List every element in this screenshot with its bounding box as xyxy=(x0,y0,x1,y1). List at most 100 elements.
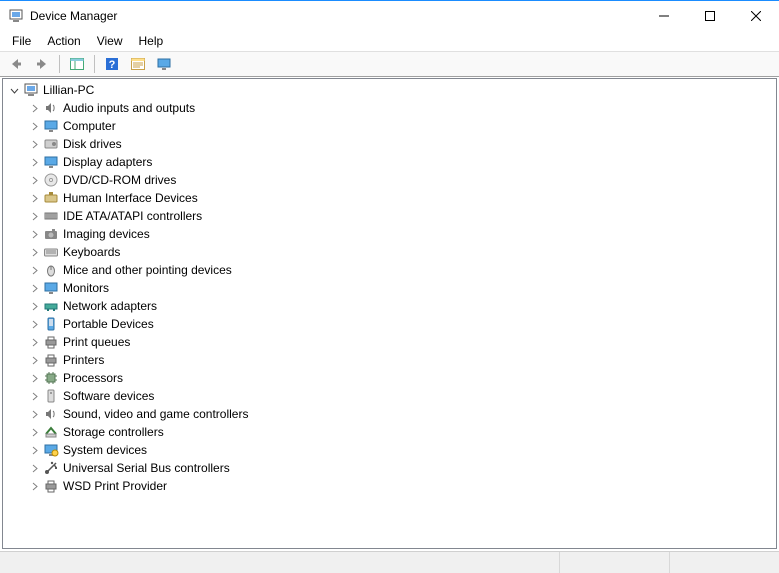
chevron-right-icon[interactable] xyxy=(27,338,41,347)
menu-view[interactable]: View xyxy=(89,33,131,49)
tree-item[interactable]: Storage controllers xyxy=(3,423,776,441)
tree-item-label: Monitors xyxy=(63,281,109,295)
chevron-right-icon[interactable] xyxy=(27,482,41,491)
keyboard-icon xyxy=(43,244,59,260)
chevron-right-icon[interactable] xyxy=(27,158,41,167)
chevron-down-icon[interactable] xyxy=(7,86,21,95)
tree-item[interactable]: Disk drives xyxy=(3,135,776,153)
chevron-right-icon[interactable] xyxy=(27,320,41,329)
chevron-right-icon[interactable] xyxy=(27,410,41,419)
device-tree[interactable]: Lillian-PCAudio inputs and outputs Comput… xyxy=(2,78,777,549)
toolbar-back-button[interactable] xyxy=(4,53,28,75)
chevron-right-icon[interactable] xyxy=(27,122,41,131)
mouse-icon xyxy=(43,262,59,278)
chevron-right-icon[interactable] xyxy=(27,248,41,257)
tree-item[interactable]: Display adapters xyxy=(3,153,776,171)
tree-item-label: Print queues xyxy=(63,335,130,349)
tree-item[interactable]: IDE ATA/ATAPI controllers xyxy=(3,207,776,225)
tree-item[interactable]: Audio inputs and outputs xyxy=(3,99,776,117)
monitor-icon xyxy=(43,118,59,134)
camera-icon xyxy=(43,226,59,242)
chevron-right-icon[interactable] xyxy=(27,464,41,473)
menu-action[interactable]: Action xyxy=(39,33,88,49)
tree-item-label: Human Interface Devices xyxy=(63,191,198,205)
chevron-right-icon[interactable] xyxy=(27,446,41,455)
tree-item[interactable]: Portable Devices xyxy=(3,315,776,333)
tree-item[interactable]: Human Interface Devices xyxy=(3,189,776,207)
cd-icon xyxy=(43,172,59,188)
monitor-icon xyxy=(43,280,59,296)
toolbar-separator xyxy=(94,55,95,73)
portable-icon xyxy=(43,316,59,332)
tree-item[interactable]: Sound, video and game controllers xyxy=(3,405,776,423)
minimize-button[interactable] xyxy=(641,1,687,31)
menu-file[interactable]: File xyxy=(4,33,39,49)
toolbar-show-hide-tree-button[interactable] xyxy=(65,53,89,75)
tree-item-label: Imaging devices xyxy=(63,227,150,241)
tree-item[interactable]: Printers xyxy=(3,351,776,369)
tree-item[interactable]: Print queues xyxy=(3,333,776,351)
tree-item-label: Computer xyxy=(63,119,116,133)
tree-item[interactable]: Computer xyxy=(3,117,776,135)
computer-icon xyxy=(23,82,39,98)
printer-icon xyxy=(43,334,59,350)
chevron-right-icon[interactable] xyxy=(27,104,41,113)
chevron-right-icon[interactable] xyxy=(27,176,41,185)
toolbar-forward-button[interactable] xyxy=(30,53,54,75)
tree-item[interactable]: Network adapters xyxy=(3,297,776,315)
tree-root[interactable]: Lillian-PC xyxy=(3,81,776,99)
tree-item[interactable]: Imaging devices xyxy=(3,225,776,243)
tree-item[interactable]: System devices xyxy=(3,441,776,459)
cpu-icon xyxy=(43,370,59,386)
toolbar-properties-button[interactable] xyxy=(126,53,150,75)
tree-item[interactable]: Universal Serial Bus controllers xyxy=(3,459,776,477)
tree-item[interactable]: DVD/CD-ROM drives xyxy=(3,171,776,189)
tree-item-label: Processors xyxy=(63,371,123,385)
tree-item-label: WSD Print Provider xyxy=(63,479,167,493)
toolbar-scan-hardware-button[interactable] xyxy=(152,53,176,75)
hid-icon xyxy=(43,190,59,206)
menu-help[interactable]: Help xyxy=(131,33,172,49)
tree-item-label: Storage controllers xyxy=(63,425,164,439)
software-icon xyxy=(43,388,59,404)
tree-item-label: Mice and other pointing devices xyxy=(63,263,232,277)
tree-item[interactable]: Keyboards xyxy=(3,243,776,261)
tree-item-label: Display adapters xyxy=(63,155,152,169)
chevron-right-icon[interactable] xyxy=(27,284,41,293)
tree-item-label: Disk drives xyxy=(63,137,122,151)
app-icon xyxy=(8,8,24,24)
tree-item[interactable]: Monitors xyxy=(3,279,776,297)
tree-item[interactable]: Software devices xyxy=(3,387,776,405)
system-icon xyxy=(43,442,59,458)
tree-item-label: Sound, video and game controllers xyxy=(63,407,248,421)
tree-item-label: IDE ATA/ATAPI controllers xyxy=(63,209,202,223)
chevron-right-icon[interactable] xyxy=(27,302,41,311)
tree-item-label: DVD/CD-ROM drives xyxy=(63,173,176,187)
toolbar-help-button[interactable]: ? xyxy=(100,53,124,75)
chevron-right-icon[interactable] xyxy=(27,266,41,275)
usb-icon xyxy=(43,460,59,476)
tree-item-label: Printers xyxy=(63,353,104,367)
chevron-right-icon[interactable] xyxy=(27,392,41,401)
storage-icon xyxy=(43,424,59,440)
window-controls xyxy=(641,1,779,31)
printer-icon xyxy=(43,352,59,368)
tree-item[interactable]: Mice and other pointing devices xyxy=(3,261,776,279)
chevron-right-icon[interactable] xyxy=(27,194,41,203)
monitor-icon xyxy=(43,154,59,170)
chevron-right-icon[interactable] xyxy=(27,212,41,221)
tree-item-label: Universal Serial Bus controllers xyxy=(63,461,230,475)
close-button[interactable] xyxy=(733,1,779,31)
chevron-right-icon[interactable] xyxy=(27,374,41,383)
status-cell xyxy=(669,552,779,573)
status-cell xyxy=(0,552,559,573)
chevron-right-icon[interactable] xyxy=(27,356,41,365)
chevron-right-icon[interactable] xyxy=(27,428,41,437)
chevron-right-icon[interactable] xyxy=(27,140,41,149)
toolbar-separator xyxy=(59,55,60,73)
tree-item[interactable]: WSD Print Provider xyxy=(3,477,776,495)
speaker-icon xyxy=(43,100,59,116)
tree-item[interactable]: Processors xyxy=(3,369,776,387)
maximize-button[interactable] xyxy=(687,1,733,31)
chevron-right-icon[interactable] xyxy=(27,230,41,239)
